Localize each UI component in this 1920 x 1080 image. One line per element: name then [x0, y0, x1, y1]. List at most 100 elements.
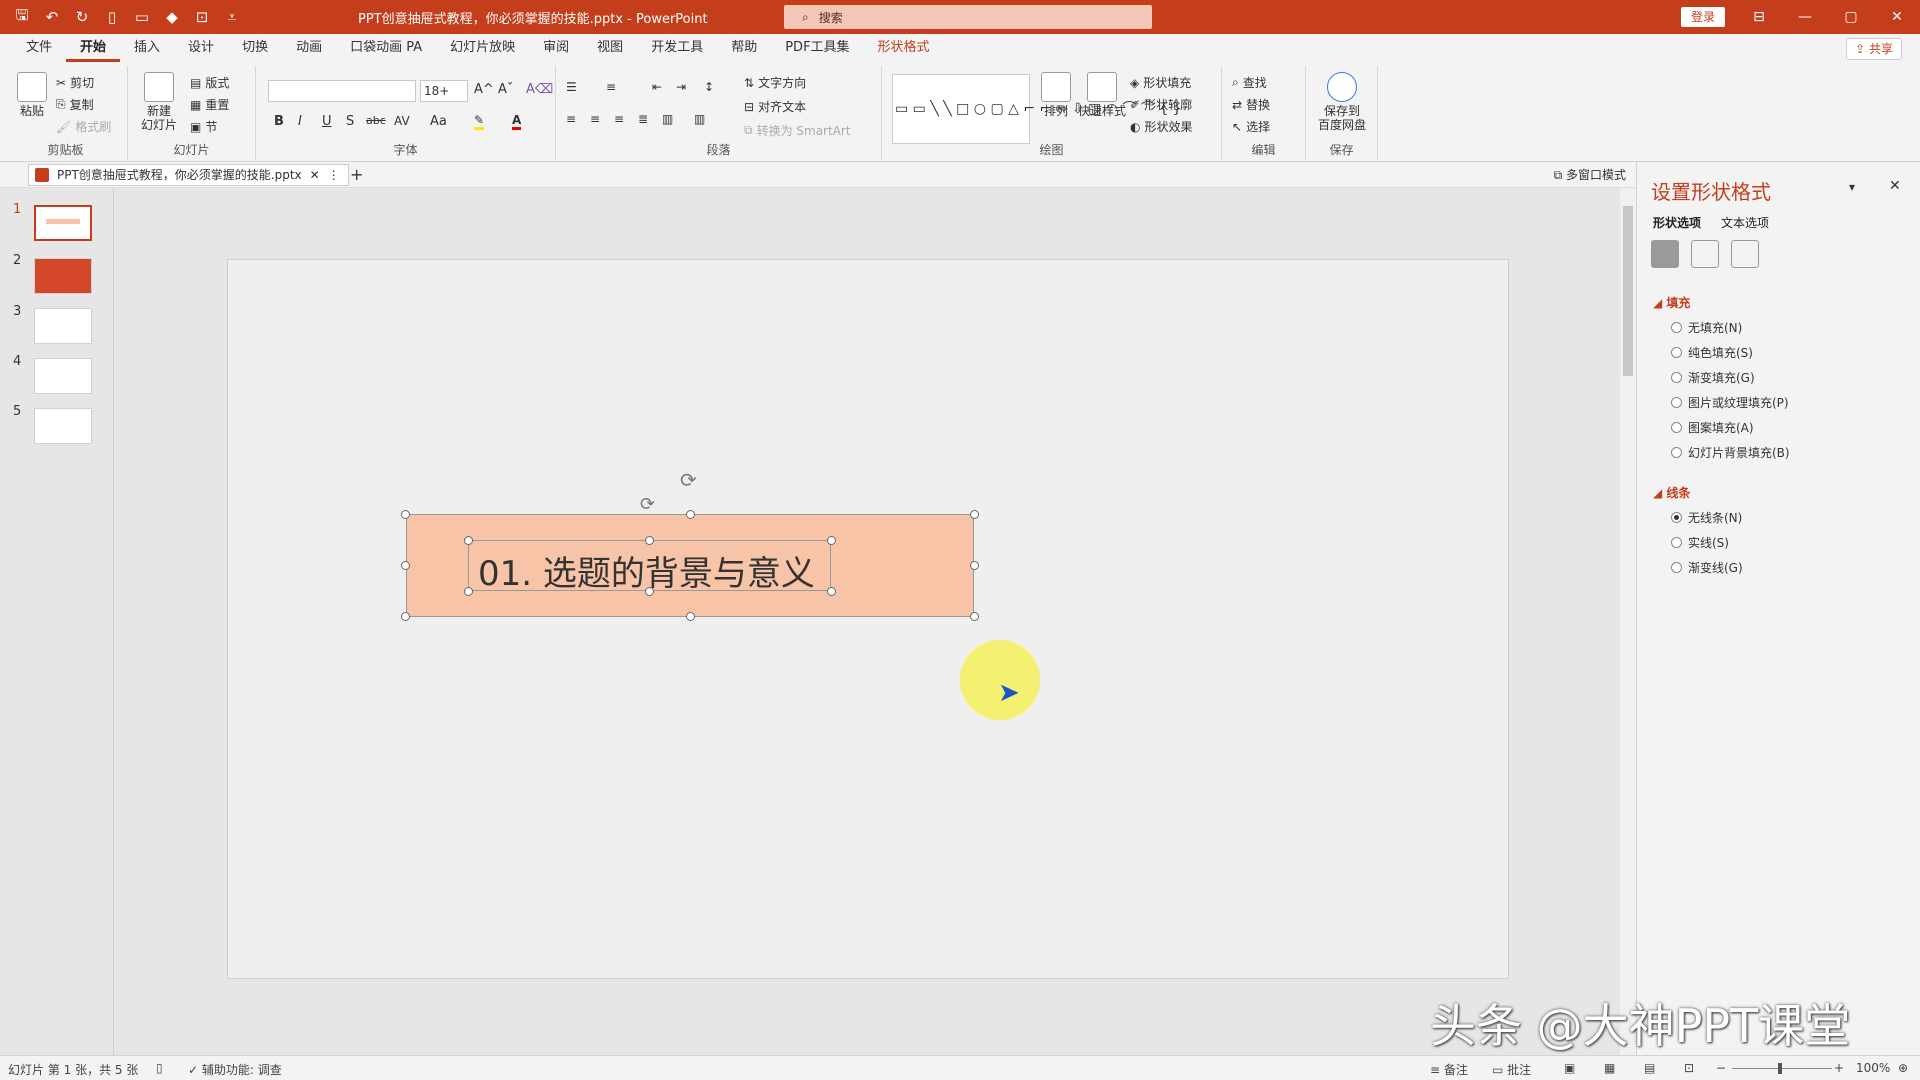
pane-options-icon[interactable]: ▾ [1849, 180, 1855, 194]
char-spacing-icon[interactable]: AV [394, 114, 410, 128]
tab-slideshow[interactable]: 幻灯片放映 [436, 34, 529, 62]
new-file-icon[interactable]: ▯ [100, 5, 124, 29]
search-box[interactable]: ⌕ 搜索 [784, 5, 1152, 29]
slideshow-icon[interactable]: ⊡ [1684, 1061, 1694, 1075]
vertical-scrollbar[interactable] [1620, 188, 1636, 1055]
change-case-button[interactable]: Aa [430, 114, 447, 129]
radio-picture-fill[interactable]: 图片或纹理填充(P) [1671, 394, 1789, 411]
scrollbar-thumb[interactable] [1623, 206, 1633, 376]
resize-handle[interactable] [401, 510, 410, 519]
close-icon[interactable]: ✕ [1874, 0, 1920, 34]
radio-circle-selected[interactable] [1671, 512, 1682, 523]
radio-no-fill[interactable]: 无填充(N) [1671, 319, 1742, 336]
tab-review[interactable]: 审阅 [529, 34, 583, 62]
slide-thumbnail-1[interactable] [34, 205, 92, 241]
zoom-slider[interactable] [1732, 1068, 1832, 1069]
comments-button[interactable]: ▭ 批注 [1492, 1061, 1531, 1078]
smartart-button[interactable]: ⧉ 转换为 SmartArt [744, 122, 851, 139]
redo-icon[interactable]: ↻ [70, 5, 94, 29]
pane-close-icon[interactable]: ✕ [1889, 178, 1901, 194]
format-painter-button[interactable]: 🖌 格式刷 [56, 118, 111, 135]
radio-gradient-line[interactable]: 渐变线(G) [1671, 559, 1743, 576]
resize-handle[interactable] [970, 561, 979, 570]
text-direction-button[interactable]: ⇅ 文字方向 [744, 74, 806, 91]
tab-shape-options[interactable]: 形状选项 [1653, 214, 1701, 231]
resize-handle[interactable] [970, 612, 979, 621]
zoom-level[interactable]: 100% [1856, 1061, 1890, 1075]
slide-thumbnail-5[interactable] [34, 408, 92, 444]
radio-background-fill[interactable]: 幻灯片背景填充(B) [1671, 444, 1790, 461]
columns-icon[interactable]: ▥ [694, 112, 705, 126]
resize-handle[interactable] [645, 536, 654, 545]
slide-1[interactable] [227, 259, 1509, 979]
resize-handle[interactable] [827, 587, 836, 596]
tab-transitions[interactable]: 切换 [228, 34, 282, 62]
resize-handle[interactable] [970, 510, 979, 519]
fit-to-window-icon[interactable]: ⊕ [1898, 1061, 1908, 1075]
spellcheck-icon[interactable]: ▯ [156, 1061, 163, 1075]
save-to-baidu-button[interactable]: 保存到 百度网盘 [1312, 72, 1372, 132]
justify-icon[interactable]: ≣ [638, 112, 648, 126]
bold-button[interactable]: B [274, 114, 284, 129]
fill-section-header[interactable]: ◢ 填充 [1653, 294, 1690, 311]
select-button[interactable]: ↖ 选择 [1232, 118, 1270, 135]
arrange-button[interactable]: 排列 [1038, 72, 1074, 118]
slide-thumbnail-4[interactable] [34, 358, 92, 394]
grow-font-icon[interactable]: A^ [474, 82, 494, 97]
shapes-gallery[interactable]: ▭ ▭ ╲ ╲ □ ○ ▢ △ ⌐ ⌐ ⇨ ⇩ ◫ ◠ ⌒ ⌒ { } [892, 74, 1182, 144]
accessibility-status[interactable]: ✓ 辅助功能: 调查 [188, 1061, 282, 1078]
bullets-icon[interactable]: ☰ [566, 80, 577, 94]
tab-design[interactable]: 设计 [174, 34, 228, 62]
fill-line-icon[interactable] [1651, 240, 1679, 268]
align-text-button[interactable]: ⊟ 对齐文本 [744, 98, 806, 115]
shape-fill-button[interactable]: ◈ 形状填充 [1130, 74, 1191, 91]
line-spacing-icon[interactable]: ↕ [704, 80, 714, 94]
open-folder-icon[interactable]: ▭ [130, 5, 154, 29]
save-icon[interactable]: 🖫 [10, 5, 34, 29]
radio-solid-fill[interactable]: 纯色填充(S) [1671, 344, 1753, 361]
resize-handle[interactable] [401, 561, 410, 570]
decrease-indent-icon[interactable]: ⇤ [652, 80, 662, 94]
radio-circle[interactable] [1671, 372, 1682, 383]
undo-icon[interactable]: ↶ [40, 5, 64, 29]
normal-view-icon[interactable]: ▣ [1564, 1061, 1575, 1075]
tab-shape-format[interactable]: 形状格式 [864, 34, 944, 62]
present-icon[interactable]: ⊡ [190, 5, 214, 29]
replace-button[interactable]: ⇄ 替换 [1232, 96, 1270, 113]
radio-circle[interactable] [1671, 447, 1682, 458]
multi-window-button[interactable]: ⧉ 多窗口模式 [1554, 166, 1626, 183]
resize-handle[interactable] [686, 612, 695, 621]
tab-pdf-tools[interactable]: PDF工具集 [771, 34, 863, 62]
tab-home[interactable]: 开始 [66, 34, 121, 62]
customize-qat-icon[interactable]: ⩡ [220, 5, 244, 29]
close-tab-icon[interactable]: ✕ [310, 165, 320, 185]
more-icon[interactable]: ⋮ [328, 165, 340, 185]
resize-handle[interactable] [401, 612, 410, 621]
tab-help[interactable]: 帮助 [717, 34, 771, 62]
distributed-icon[interactable]: ▥ [662, 112, 673, 126]
slide-sorter-icon[interactable]: ▦ [1604, 1061, 1615, 1075]
rotate-handle-icon[interactable]: ⟳ [640, 494, 655, 515]
clear-format-icon[interactable]: A⌫ [526, 82, 553, 97]
resize-handle[interactable] [464, 536, 473, 545]
add-tab-icon[interactable]: + [350, 165, 363, 184]
align-right-icon[interactable]: ≡ [614, 112, 624, 126]
highlight-icon[interactable]: ✎ [474, 113, 485, 130]
radio-pattern-fill[interactable]: 图案填充(A) [1671, 419, 1754, 436]
radio-circle[interactable] [1671, 397, 1682, 408]
increase-indent-icon[interactable]: ⇥ [676, 80, 686, 94]
share-button[interactable]: ⇪ 共享 [1846, 38, 1902, 60]
radio-solid-line[interactable]: 实线(S) [1671, 534, 1729, 551]
line-section-header[interactable]: ◢ 线条 [1653, 484, 1690, 501]
document-tab[interactable]: PPT创意抽屉式教程，你必须掌握的技能.pptx ✕ ⋮ [28, 164, 349, 186]
radio-circle[interactable] [1671, 322, 1682, 333]
slide-canvas[interactable] [114, 188, 1620, 1055]
maximize-icon[interactable]: ▢ [1828, 0, 1874, 34]
zoom-slider-thumb[interactable] [1778, 1063, 1782, 1074]
shrink-font-icon[interactable]: Aˇ [498, 82, 513, 97]
align-center-icon[interactable]: ≡ [590, 112, 600, 126]
slide-thumbnail-3[interactable] [34, 308, 92, 344]
notes-button[interactable]: ≡ 备注 [1430, 1061, 1468, 1078]
login-button[interactable]: 登录 [1681, 7, 1725, 27]
rotate-handle-icon[interactable]: ⟳ [680, 468, 697, 492]
